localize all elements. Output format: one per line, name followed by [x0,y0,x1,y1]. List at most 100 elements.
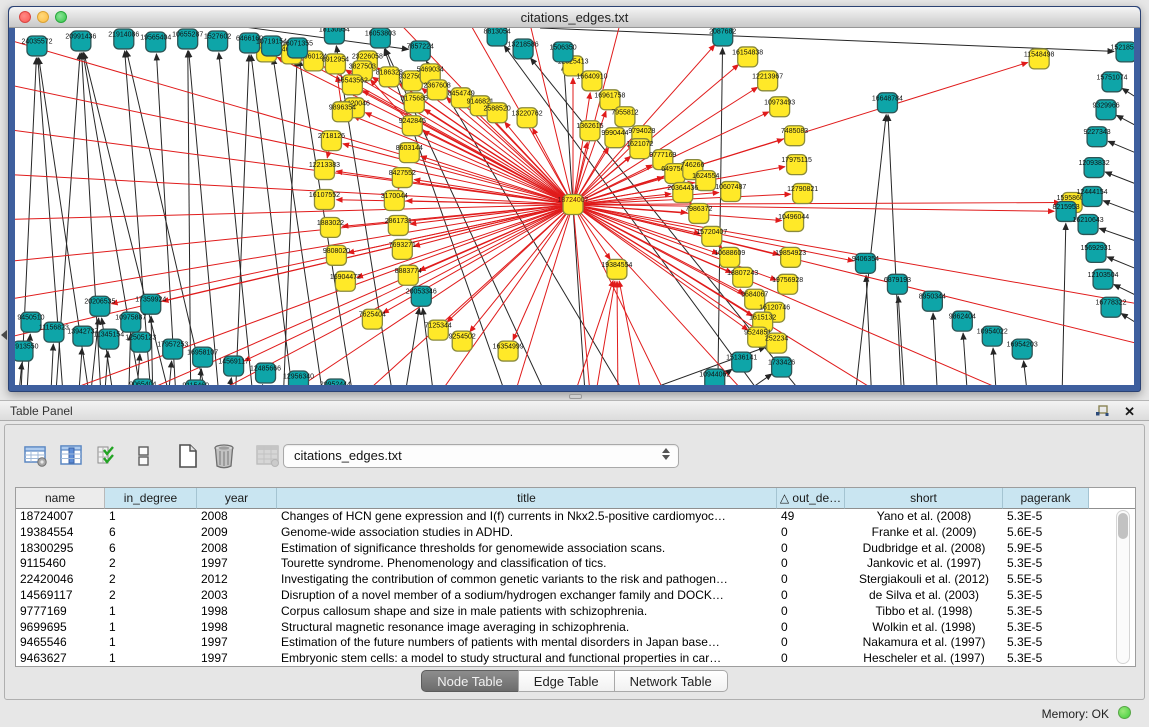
graph-edge[interactable] [596,281,615,385]
zoom-traffic-light-icon[interactable] [55,11,67,23]
graph-edge[interactable] [1099,228,1134,242]
tab-edge-table[interactable]: Edge Table [518,670,615,692]
table-source-dropdown[interactable]: citations_edges.txt [283,444,679,468]
new-file-icon[interactable] [173,442,203,470]
network-canvas[interactable]: 7515526746382286601248912954232260583827… [15,28,1134,385]
table-row[interactable]: 1830029562008Estimation of significance … [16,541,1135,557]
graph-edge[interactable] [79,348,82,385]
table-row[interactable]: 969969511998Structural magnetic resonanc… [16,620,1135,636]
graph-edge[interactable] [169,361,172,385]
graph-edge[interactable] [1062,223,1066,385]
graph-edge[interactable] [105,351,108,385]
table-cell: 5.6E-5 [1003,525,1089,541]
graph-edge[interactable] [866,275,871,385]
graph-edge[interactable] [424,109,573,204]
graph-edge[interactable] [573,205,1134,345]
graph-edge[interactable] [933,313,937,385]
graph-node-label: 3175685 [401,95,428,102]
panel-collapse-arrow-icon[interactable] [1,330,7,340]
table-row[interactable]: 1872400712008Changes of HCN gene express… [16,509,1135,525]
graph-edge[interactable] [156,54,175,385]
table-column-icon[interactable] [57,442,87,470]
graph-node-label: 10973493 [764,99,795,106]
graph-edge[interactable] [51,344,53,385]
table-row[interactable]: 946362711997Embryonic stem cells: a mode… [16,651,1135,667]
graph-node-label: 3170044 [381,193,408,200]
table-cell: Jankovic et al. (1997) [845,556,1003,572]
graph-node-label: 13218586 [508,41,539,48]
table-vertical-scrollbar[interactable] [1116,510,1130,664]
table-row[interactable]: 946554611997Estimation of the future num… [16,635,1135,651]
graph-edge[interactable] [1121,314,1134,326]
graph-edge[interactable] [336,46,392,385]
graph-edge[interactable] [963,333,967,385]
graph-edge[interactable] [188,51,191,385]
column-header-filler [1089,488,1135,509]
table-row[interactable]: 977716911998Corpus callosum shape and si… [16,604,1135,620]
graph-edge[interactable] [718,48,723,385]
table-cell: 5.3E-5 [1003,509,1089,525]
graph-edge[interactable] [1105,172,1134,186]
select-columns-icon[interactable] [93,442,123,470]
column-header-name[interactable]: name [16,488,105,509]
table-cell: 9777169 [16,604,105,620]
graph-edge[interactable] [540,28,1114,51]
graph-edge[interactable] [1103,201,1134,215]
minimize-traffic-light-icon[interactable] [37,11,49,23]
table-row[interactable]: 2242004622012Investigating the contribut… [16,572,1135,588]
graph-edge[interactable] [619,281,641,385]
node-table: name in_degree year title △ out_de… shor… [15,487,1136,667]
graph-node-label: 746266 [681,162,704,169]
table-settings-icon[interactable] [21,442,51,470]
graph-edge[interactable] [1024,361,1028,385]
graph-edge[interactable] [1114,284,1134,297]
graph-node-label: 16543562 [337,77,368,84]
graph-node-label: 19565404 [140,34,171,41]
scrollbar-thumb[interactable] [1118,513,1128,539]
graph-edge[interactable] [1107,257,1134,270]
graph-edge[interactable] [573,203,1060,205]
tab-network-table[interactable]: Network Table [614,670,728,692]
column-header-title[interactable]: title [277,488,777,509]
network-svg[interactable]: 7515526746382286601248912954232260583827… [15,28,1134,385]
graph-node-label: 20364436 [667,185,698,192]
table-row[interactable]: 1938455462009Genome-wide association stu… [16,525,1135,541]
close-traffic-light-icon[interactable] [19,11,31,23]
column-header-pagerank[interactable]: pagerank [1003,488,1089,509]
graph-edge[interactable] [189,51,219,385]
graph-edge[interactable] [888,115,901,385]
graph-node-label: 12093832 [1079,160,1110,167]
graph-edge[interactable] [229,378,232,385]
column-header-year[interactable]: year [197,488,277,509]
table-row[interactable]: 911546021997Tourette syndrome. Phenomeno… [16,556,1135,572]
graph-node-label: 15136141 [726,355,757,362]
close-panel-icon[interactable]: ✕ [1124,404,1135,420]
graph-node-label: 3827503 [349,63,376,70]
graph-edge[interactable] [21,58,36,385]
column-header-in-degree[interactable]: in_degree [105,488,197,509]
graph-edge[interactable] [284,60,297,385]
table-cell: Hescheler et al. (1997) [845,651,1003,667]
tab-node-table[interactable]: Node Table [421,670,519,692]
graph-edge[interactable] [745,374,772,385]
graph-edge[interactable] [993,348,996,385]
table-cell: 18724007 [16,509,105,525]
row-cells-icon[interactable] [129,442,159,470]
column-header-out-degree[interactable]: △ out_de… [777,488,845,509]
graph-edge[interactable] [423,308,433,385]
graph-edge[interactable] [573,205,748,331]
table-row[interactable]: 1456911722003Disruption of a novel membe… [16,588,1135,604]
delete-table-icon[interactable] [209,442,239,470]
column-header-short[interactable]: short [845,488,1003,509]
network-window-titlebar[interactable]: citations_edges.txt [9,7,1140,28]
graph-edge[interactable] [1108,141,1134,154]
graph-edge[interactable] [343,144,573,205]
graph-edge[interactable] [1122,88,1134,99]
panel-divider-handle[interactable] [569,394,582,399]
graph-edge[interactable] [1117,115,1134,127]
graph-edge[interactable] [414,205,573,247]
graph-node-label: 16154838 [732,49,763,56]
graph-node-label: 20952444 [320,381,351,385]
float-panel-icon[interactable] [1095,405,1109,423]
graph-edge[interactable] [855,115,886,385]
